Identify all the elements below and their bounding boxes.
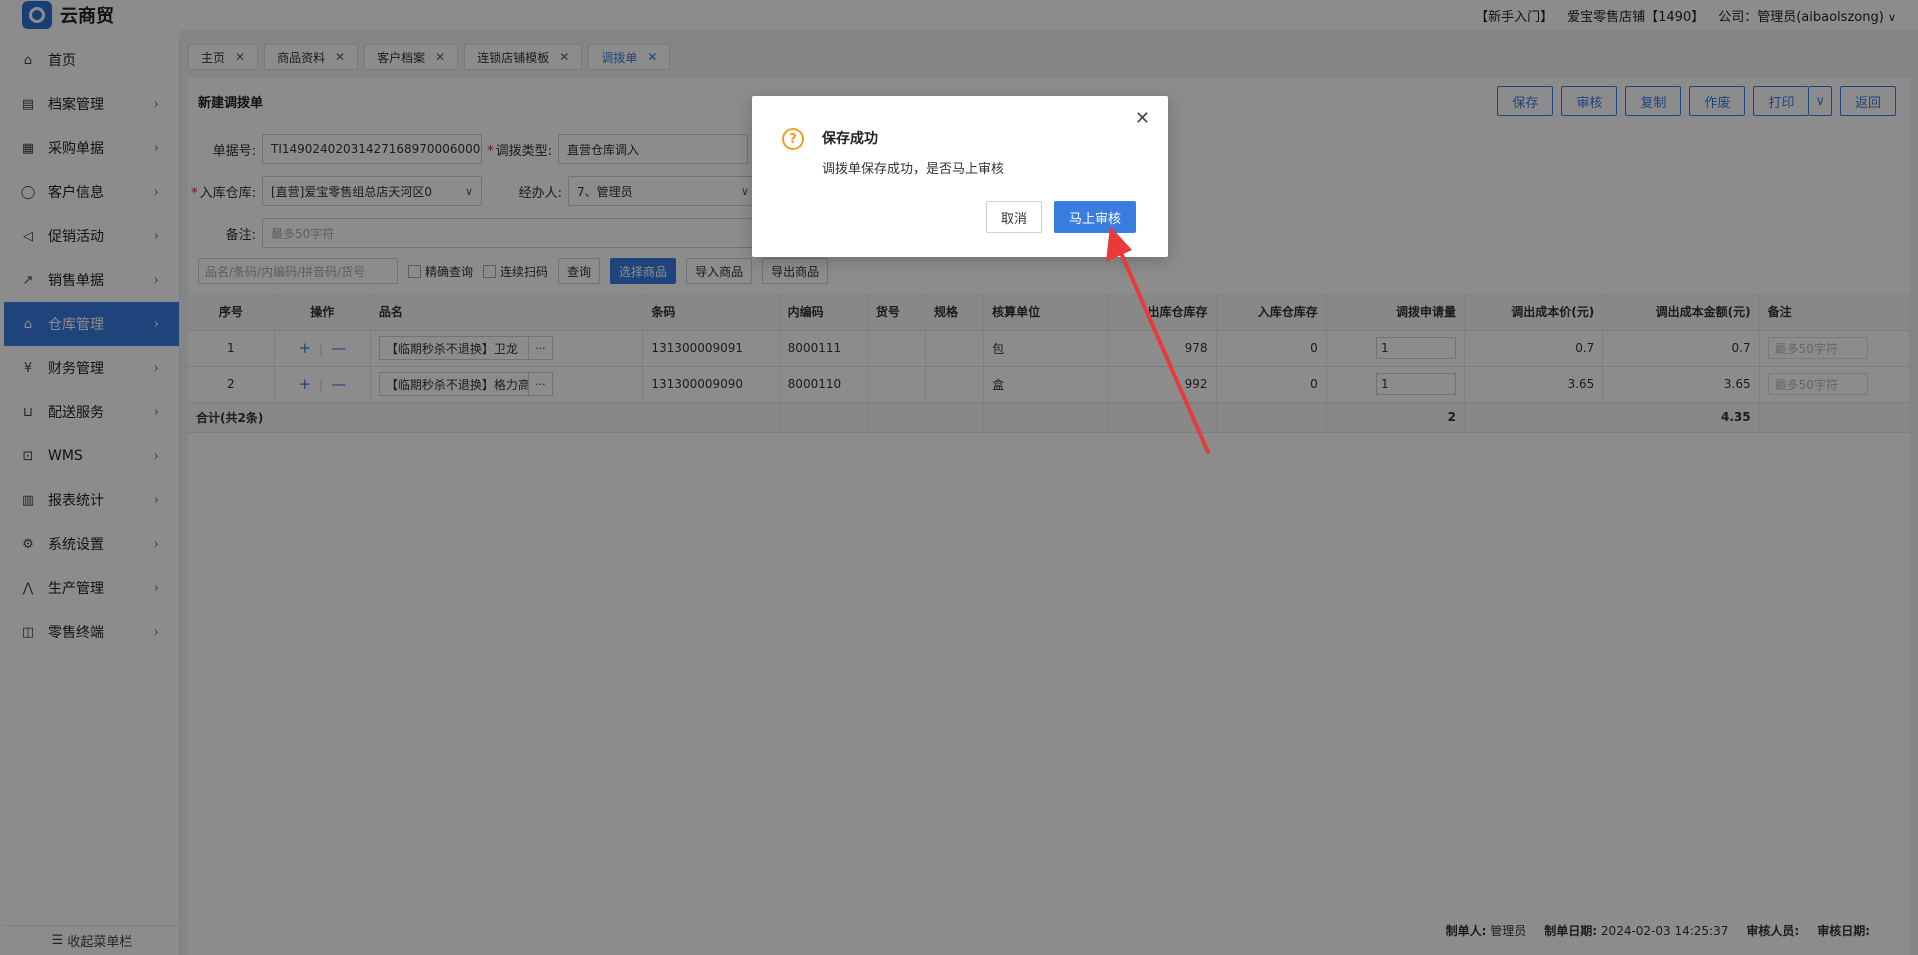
question-icon: ? — [782, 128, 804, 150]
dialog-message: 调拨单保存成功，是否马上审核 — [822, 162, 1005, 177]
close-icon[interactable]: ✕ — [1135, 108, 1150, 129]
cancel-button[interactable]: 取消 — [985, 201, 1042, 233]
audit-now-button[interactable]: 马上审核 — [1053, 201, 1136, 233]
dialog-title: 保存成功 — [822, 131, 878, 147]
dialog-buttons: 取消 马上审核 — [985, 201, 1136, 233]
save-success-dialog: ✕ ? 保存成功 调拨单保存成功，是否马上审核 取消 马上审核 — [752, 96, 1168, 257]
